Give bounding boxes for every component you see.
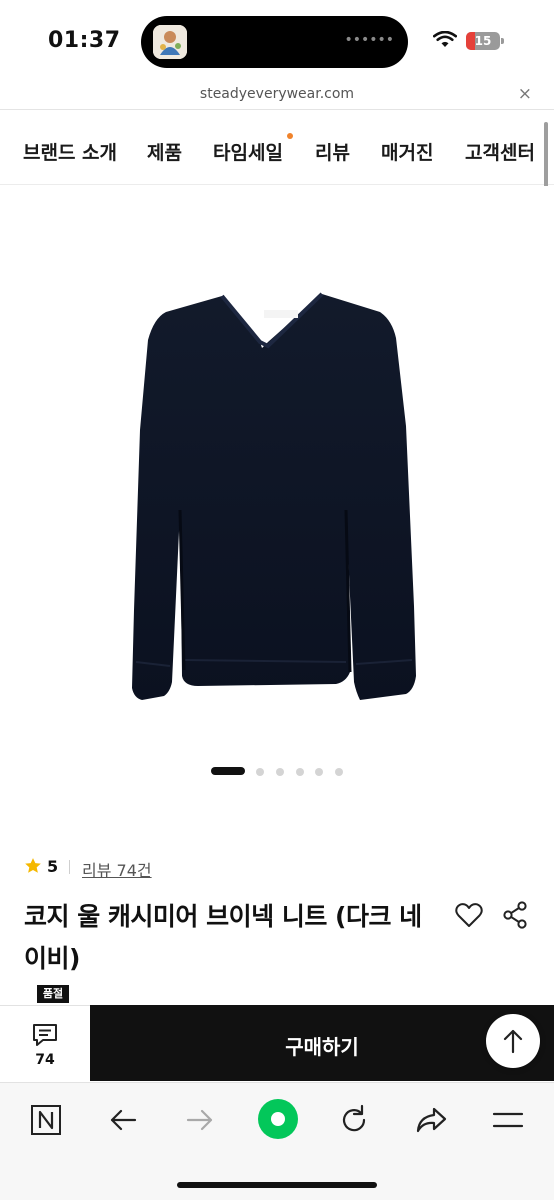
home-indicator bbox=[177, 1182, 377, 1188]
nav-item-review[interactable]: 리뷰 bbox=[315, 138, 350, 165]
review-count-link[interactable]: 리뷰 74건 bbox=[82, 857, 152, 881]
review-count-button[interactable]: 74 bbox=[0, 1005, 90, 1081]
carousel-dot[interactable] bbox=[296, 768, 304, 776]
nav-item-support[interactable]: 고객센터 bbox=[465, 138, 535, 165]
carousel-dot[interactable] bbox=[315, 768, 323, 776]
battery-percent: 15 bbox=[474, 34, 492, 48]
star-icon bbox=[25, 858, 41, 873]
nav-item-magazine[interactable]: 매거진 bbox=[381, 138, 433, 165]
close-icon[interactable]: × bbox=[518, 84, 532, 104]
now-playing-app-icon[interactable] bbox=[153, 25, 187, 59]
nav-item-products[interactable]: 제품 bbox=[147, 138, 182, 165]
buy-button[interactable]: 구매하기 bbox=[90, 1005, 554, 1081]
status-bar: 01:37 •••••• 15 bbox=[0, 0, 554, 80]
purchase-bar: 74 구매하기 bbox=[0, 1005, 554, 1081]
back-arrow-icon[interactable] bbox=[103, 1100, 143, 1140]
island-activity-dots: •••••• bbox=[344, 32, 394, 48]
rating-value: 5 bbox=[47, 857, 59, 876]
sweater-image bbox=[132, 292, 416, 700]
naver-n-icon[interactable] bbox=[26, 1100, 66, 1140]
dynamic-island[interactable]: •••••• bbox=[141, 16, 408, 68]
carousel-dot[interactable] bbox=[335, 768, 343, 776]
nav-item-timesale[interactable]: 타임세일 bbox=[213, 138, 283, 165]
status-time: 01:37 bbox=[48, 28, 121, 53]
review-count: 74 bbox=[35, 1052, 55, 1068]
menu-icon[interactable] bbox=[488, 1100, 528, 1140]
share-icon[interactable] bbox=[502, 901, 528, 929]
sold-out-badge: 품절 bbox=[37, 985, 69, 1003]
comment-icon bbox=[33, 1024, 57, 1046]
reload-icon[interactable] bbox=[334, 1100, 374, 1140]
green-dot-icon[interactable] bbox=[256, 1097, 300, 1141]
timesale-new-dot bbox=[287, 133, 293, 139]
carousel-dot-active[interactable] bbox=[211, 767, 245, 775]
nav-item-brand[interactable]: 브랜드 소개 bbox=[23, 138, 117, 165]
url-bar[interactable]: steadyeverywear.com × bbox=[0, 80, 554, 110]
arrow-up-icon bbox=[503, 1029, 523, 1054]
battery-cap bbox=[501, 38, 504, 44]
scroll-top-button[interactable] bbox=[486, 1014, 540, 1068]
battery-indicator: 15 bbox=[466, 32, 500, 50]
product-image[interactable] bbox=[0, 186, 554, 806]
wifi-icon bbox=[433, 31, 457, 47]
carousel-dot[interactable] bbox=[276, 768, 284, 776]
main-nav: 브랜드 소개 제품 타임세일 리뷰 매거진 고객센터 bbox=[0, 111, 554, 185]
buy-button-label: 구매하기 bbox=[285, 1035, 359, 1059]
url-text[interactable]: steadyeverywear.com bbox=[0, 86, 554, 102]
rating-divider bbox=[69, 860, 70, 874]
product-title: 코지 울 캐시미어 브이넥 니트 (다크 네이비) bbox=[24, 902, 422, 973]
carousel-dot[interactable] bbox=[256, 768, 264, 776]
forward-arrow-icon[interactable] bbox=[180, 1100, 220, 1140]
heart-icon[interactable] bbox=[454, 901, 484, 929]
share-arrow-icon[interactable] bbox=[411, 1100, 451, 1140]
